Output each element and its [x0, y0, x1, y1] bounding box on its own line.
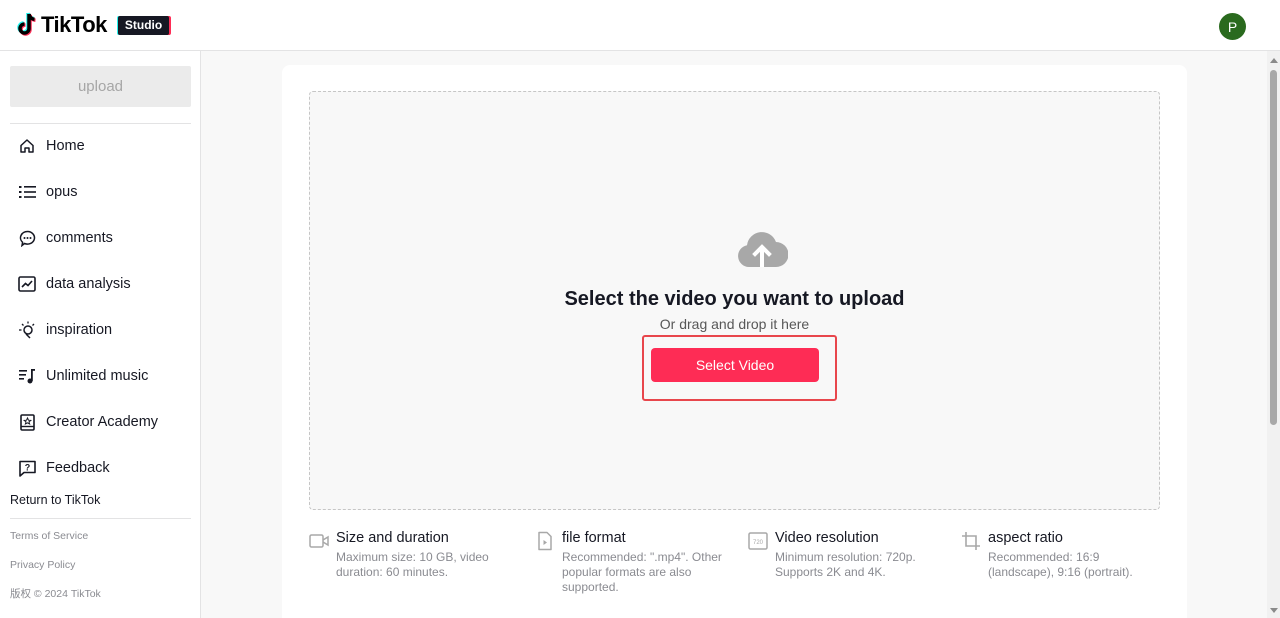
info-file-format: file format Recommended: ".mp4". Other p… [535, 530, 737, 595]
info-size-duration: Size and duration Maximum size: 10 GB, v… [309, 530, 506, 580]
sidebar-item-label: Creator Academy [46, 414, 159, 430]
svg-text:?: ? [24, 462, 30, 472]
video-camera-icon [309, 534, 329, 548]
info-title: file format [562, 530, 626, 546]
avatar[interactable]: P [1219, 13, 1246, 40]
info-description: Maximum size: 10 GB, video duration: 60 … [336, 550, 489, 579]
scrollbar-thumb[interactable] [1270, 70, 1277, 425]
info-video-resolution: 720 Video resolution Minimum resolution:… [748, 530, 935, 580]
page-scrollbar[interactable] [1267, 51, 1280, 618]
info-description: Recommended: ".mp4". Other popular forma… [562, 550, 722, 594]
sidebar: upload Home opus comments data analysis … [0, 51, 201, 618]
upload-dropzone[interactable]: Select the video you want to upload Or d… [309, 91, 1160, 510]
info-title: Video resolution [775, 530, 879, 546]
logo-text: TikTok [41, 12, 107, 37]
scroll-up-arrow-icon[interactable] [1270, 58, 1278, 63]
chart-icon [18, 275, 36, 293]
sidebar-item-opus[interactable]: opus [10, 174, 191, 210]
info-description: Minimum resolution: 720p. Supports 2K an… [775, 550, 916, 579]
sidebar-item-home[interactable]: Home [10, 128, 191, 164]
academy-book-icon [18, 413, 36, 431]
cloud-upload-icon [738, 232, 788, 267]
sidebar-item-creator-academy[interactable]: Creator Academy [10, 404, 191, 440]
file-icon [538, 531, 552, 551]
upload-title: Select the video you want to upload [564, 288, 905, 310]
tiktok-logo-icon [17, 12, 36, 36]
sidebar-item-label: data analysis [46, 276, 131, 292]
upload-button[interactable]: upload [10, 66, 191, 107]
upload-subtitle: Or drag and drop it here [659, 316, 810, 332]
sidebar-item-label: opus [46, 184, 78, 200]
resolution-720-icon: 720 [748, 532, 768, 550]
studio-badge: Studio [117, 15, 170, 35]
return-to-tiktok-link[interactable]: Return to TikTok [10, 493, 100, 507]
lightbulb-icon [18, 321, 36, 339]
sidebar-item-label: inspiration [46, 322, 113, 338]
comment-icon [18, 229, 36, 247]
terms-of-service-link[interactable]: Terms of Service [10, 530, 88, 542]
list-icon [18, 183, 36, 201]
sidebar-item-label: comments [46, 230, 113, 246]
select-video-button[interactable]: Select Video [651, 348, 819, 382]
info-title: Size and duration [336, 530, 449, 546]
crop-icon [962, 532, 980, 550]
info-aspect-ratio: aspect ratio Recommended: 16:9 (landscap… [961, 530, 1153, 580]
info-description: Recommended: 16:9 (landscape), 9:16 (por… [988, 550, 1133, 579]
privacy-policy-link[interactable]: Privacy Policy [10, 559, 75, 571]
feedback-icon: ? [18, 459, 36, 477]
sidebar-item-comments[interactable]: comments [10, 220, 191, 256]
sidebar-footer-divider [10, 518, 191, 519]
music-list-icon [18, 367, 36, 385]
scroll-down-arrow-icon[interactable] [1270, 608, 1278, 613]
sidebar-item-inspiration[interactable]: inspiration [10, 312, 191, 348]
sidebar-item-label: Home [46, 138, 85, 154]
home-icon [18, 137, 36, 155]
sidebar-divider [10, 123, 191, 124]
svg-text:720: 720 [753, 540, 764, 546]
sidebar-item-label: Feedback [46, 460, 110, 476]
sidebar-item-unlimited-music[interactable]: Unlimited music [10, 358, 191, 394]
upload-card: Select the video you want to upload Or d… [282, 65, 1187, 618]
tiktok-studio-logo[interactable]: TikTok Studio [16, 12, 170, 38]
sidebar-item-label: Unlimited music [46, 368, 149, 384]
top-bar: TikTok Studio P [0, 0, 1280, 51]
sidebar-item-data-analysis[interactable]: data analysis [10, 266, 191, 302]
copyright-text: 版权 © 2024 TikTok [10, 588, 101, 600]
sidebar-item-feedback[interactable]: ? Feedback [10, 450, 191, 486]
info-title: aspect ratio [988, 530, 1063, 546]
